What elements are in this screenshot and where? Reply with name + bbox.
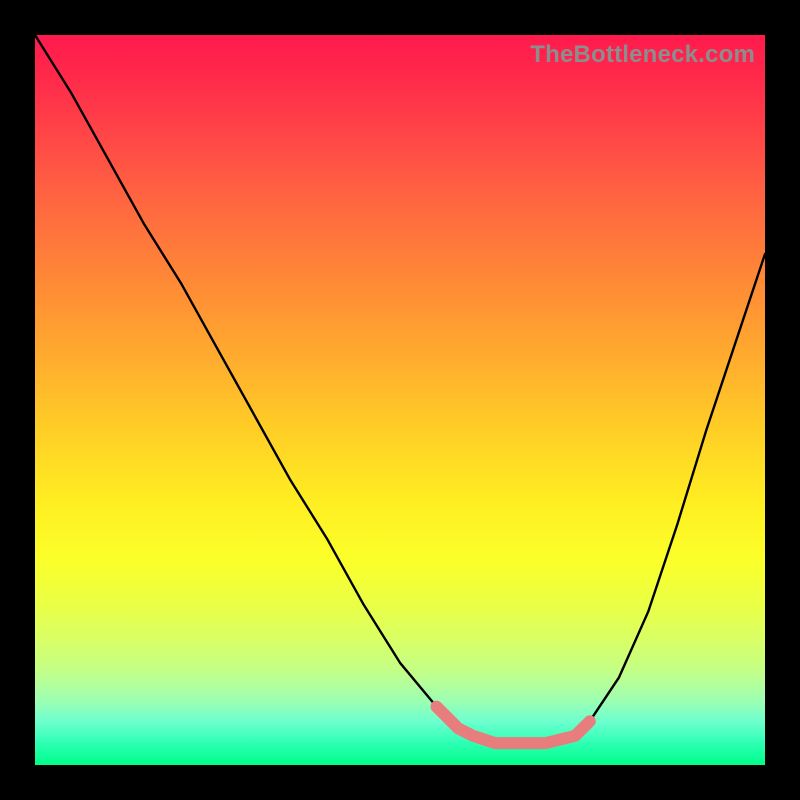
chart-frame: TheBottleneck.com	[0, 0, 800, 800]
main-curve	[35, 35, 765, 743]
chart-plot-area: TheBottleneck.com	[35, 35, 765, 765]
highlight-segment	[437, 707, 590, 744]
chart-svg	[35, 35, 765, 765]
